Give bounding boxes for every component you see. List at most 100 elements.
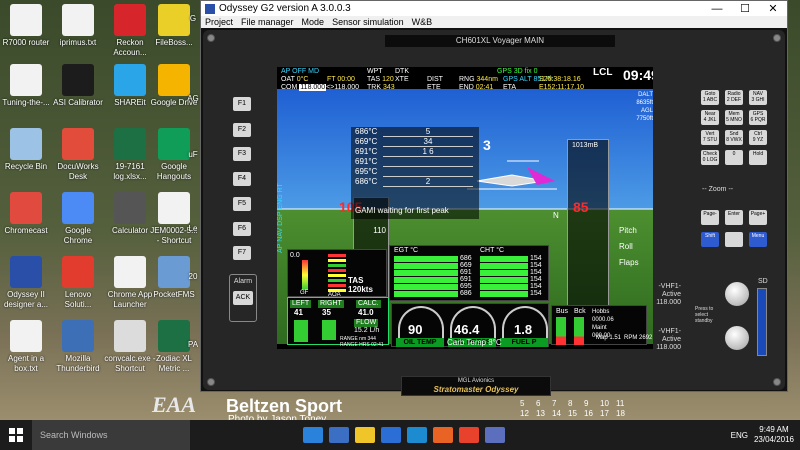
keypad-key[interactable]: Shift [701, 232, 719, 247]
alarm-label: Alarm [233, 278, 253, 285]
roll-label: Roll [619, 242, 633, 251]
app-icon [114, 128, 146, 160]
language-indicator[interactable]: ENG [731, 431, 748, 440]
ack-button[interactable]: ACK [233, 291, 253, 305]
desktop-icon-partial[interactable]: Le [186, 224, 200, 234]
menu-mode[interactable]: Mode [302, 17, 325, 27]
gami-row: 686°C 5 [351, 127, 479, 137]
radio-knob-upper[interactable] [725, 282, 749, 306]
app-icon [114, 64, 146, 96]
calendar-day: 8 [568, 399, 573, 408]
screw-icon [773, 34, 781, 42]
keypad-key[interactable]: Vert 7 STU [701, 130, 719, 145]
desktop-icon[interactable]: Google Chrome [52, 192, 104, 246]
keypad-key[interactable]: Page+ [749, 210, 767, 225]
desktop-icon-partial[interactable]: 20 [186, 272, 200, 282]
keypad-key[interactable]: Goto 1 ABC [701, 90, 719, 105]
gami-popup: 686°C 5 669°C 34 691°C 1 6 691°C 695°C 686°C 2 GAM… [351, 127, 479, 219]
screw-icon [207, 34, 215, 42]
keypad-key[interactable]: Check 0 LOG [701, 150, 719, 165]
f3-button[interactable]: F3 [233, 147, 251, 161]
keypad-key[interactable]: GPS 6 PQR [749, 110, 767, 125]
maximize-button[interactable]: ☐ [731, 2, 759, 15]
desktop-icon[interactable]: Chromecast [0, 192, 52, 236]
alarm-panel: Alarm ACK [229, 274, 257, 322]
menu-sensor-simulation[interactable]: Sensor simulation [332, 17, 404, 27]
keypad-key[interactable]: Radio 2 DEF [725, 90, 743, 105]
keypad-key[interactable] [725, 232, 743, 247]
minimize-button[interactable]: — [703, 3, 731, 15]
keypad-key[interactable]: Enter [725, 210, 743, 225]
taskbar-app-icon[interactable] [329, 427, 349, 443]
desktop-icon[interactable]: Odyssey II designer a... [0, 256, 52, 310]
speed-tick: 110 [373, 226, 386, 235]
f7-button[interactable]: F7 [233, 246, 251, 260]
f2-button[interactable]: F2 [233, 123, 251, 137]
taskbar-app-icon[interactable] [433, 427, 453, 443]
f4-button[interactable]: F4 [233, 172, 251, 186]
desktop-icon[interactable]: Agent in a box.txt [0, 320, 52, 374]
keypad-key[interactable]: Mem 5 MNO [725, 110, 743, 125]
desktop-icon[interactable]: DocuWorks Desk [52, 128, 104, 182]
keypad-key[interactable]: Near 4 JKL [701, 110, 719, 125]
close-button[interactable]: ✕ [759, 2, 787, 15]
desktop-icon-label: ASI Calibrator [53, 98, 103, 107]
keypad-key[interactable]: Snd 8 VWX [725, 130, 743, 145]
radio-knob-lower[interactable] [725, 326, 749, 350]
flight-time: FT 00:00 [327, 76, 355, 83]
g-meter [302, 260, 308, 290]
taskbar-app-icon[interactable] [381, 427, 401, 443]
desktop-icon[interactable]: FileBoss... [148, 4, 200, 48]
keypad-key[interactable]: Hold [749, 150, 767, 165]
gami-row: 686°C 2 [351, 177, 479, 187]
menu-project[interactable]: Project [205, 17, 233, 27]
desktop-icon[interactable]: Tuning-the-... [0, 64, 52, 108]
ap-status: AP OFF MD [281, 68, 319, 75]
window-title: Odyssey G2 version A 3.0.0.3 [219, 3, 351, 14]
trk-status: TRK 343 [367, 84, 395, 91]
desktop-icon[interactable]: Lenovo Soluti... [52, 256, 104, 310]
com-frequency[interactable]: COM 118.000<>118.000 [281, 84, 359, 92]
taskbar-app-icon[interactable] [407, 427, 427, 443]
f5-button[interactable]: F5 [233, 197, 251, 211]
sd-slot[interactable] [757, 288, 767, 356]
taskbar-app-icon[interactable] [355, 427, 375, 443]
north-marker: N [553, 211, 559, 220]
desktop-icon-partial[interactable]: AG [186, 94, 200, 104]
fuel-left-value: 41 [294, 308, 303, 317]
keypad-key[interactable]: NAV 3 GHI [749, 90, 767, 105]
fuel-right-bar [322, 320, 336, 340]
start-button[interactable] [0, 420, 32, 450]
cht-title: CHT °C [480, 247, 505, 254]
menu-file-manager[interactable]: File manager [241, 17, 294, 27]
vhf1-standby: -VHF1- Active 118.000 [656, 283, 681, 306]
keypad-key[interactable]: Menu [749, 232, 767, 247]
taskbar-clock[interactable]: 9:49 AM 23/04/2016 [754, 425, 794, 445]
tas-readout: TAS 120kts [348, 276, 373, 294]
fuel-panel: LEFT RIGHT CALC. 41 35 41.0 FLOW 15.2 L/… [287, 297, 389, 348]
taskbar-app-icon[interactable] [485, 427, 505, 443]
window-titlebar[interactable]: Odyssey G2 version A 3.0.0.3 — ☐ ✕ [201, 1, 787, 16]
keypad-key[interactable]: Page- [701, 210, 719, 225]
egt-bar [394, 256, 458, 262]
search-box[interactable]: Search Windows [32, 420, 190, 450]
keypad-key[interactable]: Ctrl 9 YZ [749, 130, 767, 145]
keypad-key[interactable]: 0 [725, 150, 743, 165]
desktop-icon[interactable]: ASI Calibrator [52, 64, 104, 108]
egt-title: EGT °C [394, 247, 419, 254]
taskbar-app-icon[interactable] [459, 427, 479, 443]
desktop-icon-partial[interactable]: PA [186, 340, 200, 350]
menu-wb[interactable]: W&B [412, 17, 433, 27]
f6-button[interactable]: F6 [233, 222, 251, 236]
desktop-icon[interactable]: JEM0002-5... - Shortcut [148, 192, 200, 246]
desktop-icon[interactable]: Recycle Bin [0, 128, 52, 172]
desktop-icon[interactable]: R7000 router [0, 4, 52, 48]
f1-button[interactable]: F1 [233, 97, 251, 111]
desktop-icon[interactable]: iprimus.txt [52, 4, 104, 48]
desktop-icon-partial[interactable]: uF [186, 150, 200, 160]
app-icon [114, 320, 146, 352]
calendar-day: 13 [536, 409, 545, 418]
desktop-icon-partial[interactable]: G [186, 14, 200, 24]
desktop-icon[interactable]: Mozilla Thunderbird [52, 320, 104, 374]
taskbar-app-icon[interactable] [303, 427, 323, 443]
